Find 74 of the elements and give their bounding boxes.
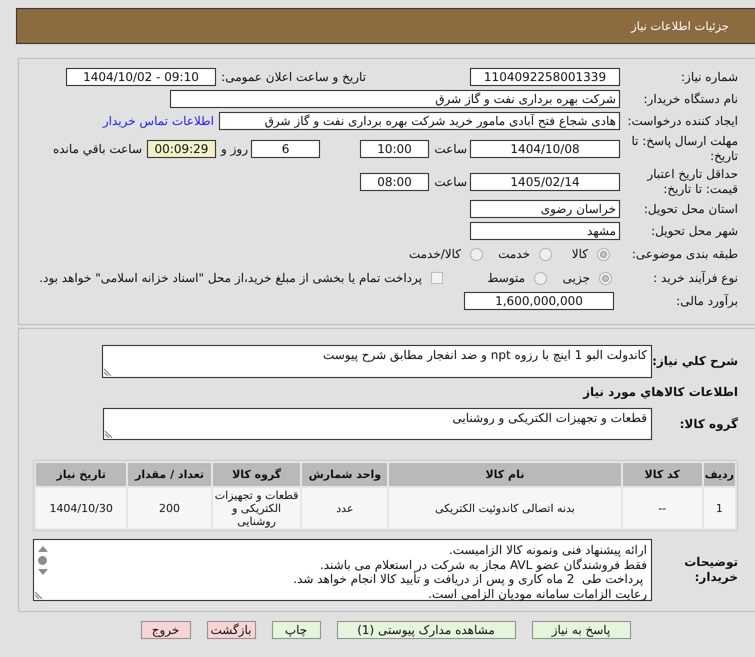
column-header: تعداد / مقدار (128, 463, 211, 486)
field-label: شماره نیاز: (681, 70, 738, 84)
goods-group-field[interactable]: قطعات و تجهیزات الکتریکی و روشنایی (103, 408, 652, 440)
column-header: تاریخ نیاز (36, 463, 126, 486)
time-field[interactable]: 10:00 (360, 140, 429, 158)
days-field[interactable]: 6 (251, 140, 320, 158)
city-field[interactable]: مشهد (470, 222, 620, 240)
time-field[interactable]: 08:00 (360, 173, 429, 191)
column-header: نام کالا (389, 463, 621, 486)
table-cell: قطعات و تجهیزات الکتریکی و روشنایی (212, 488, 300, 528)
description-field[interactable]: کاندولت البو 1 اینچ با رزوه npt و ضد انفجار مطابق شرح پیوست (102, 345, 652, 378)
table-cell: 200 (128, 488, 211, 528)
radio-label: خدمت (498, 247, 530, 261)
buyer-contact-link[interactable]: اطلاعات تماس خریدار (102, 114, 214, 128)
field-label: حداقل تاریخ اعتبار قیمت: تا تاریخ: (647, 167, 738, 196)
table-cell: عدد (302, 488, 388, 528)
field-label: شهر محل تحویل: (651, 224, 738, 238)
field-label: نام دستگاه خریدار: (644, 92, 738, 106)
radio-label: کالا (572, 247, 588, 261)
requester-field[interactable]: هادی شجاع فتح آبادی مامور خرید شرکت بهره برداری نفت و گاز شرق (219, 112, 620, 130)
date-field[interactable]: 1405/02/14 (470, 173, 620, 191)
radio-label: متوسط (487, 271, 525, 285)
action-button[interactable]: پاسخ به نیاز (532, 621, 630, 639)
action-button[interactable]: خروج (140, 621, 190, 639)
radio-button[interactable] (599, 272, 612, 284)
column-header: ردیف (704, 463, 735, 486)
treasury-note: پرداخت تمام یا بخشی از مبلغ خرید،از محل "اسناد خزانه اسلامی" خواهد بود. (39, 271, 422, 285)
table-cell: 1 (704, 488, 735, 528)
radio-button[interactable] (534, 272, 547, 284)
radio-label: جزیی (562, 271, 590, 285)
column-header: کد کالا (622, 463, 702, 486)
radio-button[interactable] (539, 248, 552, 260)
field-label: نوع فرآیند خرید : (653, 270, 738, 284)
province-field[interactable]: خراسان رضوی (470, 200, 620, 218)
action-button[interactable]: چاپ (272, 621, 320, 639)
need-number-field[interactable]: 1104092258001339 (470, 68, 620, 86)
radio-button[interactable] (597, 248, 610, 260)
field-label: ایجاد کننده درخواست: (627, 114, 738, 128)
field-label: توضیحات خریدار: (684, 555, 738, 584)
field-label: برآورد مالی: (676, 294, 738, 308)
checkbox[interactable] (431, 272, 443, 284)
remaining-time-field[interactable]: 00:09:29 (147, 140, 216, 158)
field-label: تاریخ و ساعت اعلان عمومی: (221, 70, 366, 84)
estimate-field[interactable]: 1,600,000,000 (464, 292, 614, 310)
scroll-up-icon[interactable] (38, 546, 48, 552)
action-button[interactable]: بازگشت (206, 621, 256, 639)
days-label: روز و (221, 142, 248, 156)
field-label: استان محل تحویل: (644, 202, 738, 216)
table-cell: -- (622, 488, 702, 528)
field-label: شرح کلي نیاز: (652, 354, 738, 368)
section-heading: اطلاعات کالاهاي مورد نیاز (583, 385, 738, 399)
scroll-down-icon[interactable] (38, 569, 48, 575)
resize-grip-icon[interactable] (105, 430, 113, 438)
buyer-organization-field[interactable]: شرکت بهره برداری نفت و گاز شرق (170, 90, 620, 108)
field-label: طبقه بندی موضوعی: (632, 246, 738, 260)
field-label: گروه کالا: (680, 416, 738, 430)
resize-grip-icon[interactable] (104, 368, 112, 376)
column-header: واحد شمارش (302, 463, 388, 486)
time-label: ساعت (434, 142, 467, 156)
radio-label: کالا/خدمت (408, 247, 461, 261)
scroll-thumb-icon[interactable] (38, 556, 47, 565)
date-field[interactable]: 1404/10/08 (470, 140, 620, 158)
page-title: جزئیات اطلاعات نیاز (631, 19, 729, 33)
announcement-date-field[interactable]: 1404/10/02 - 09:10 (66, 68, 216, 86)
resize-grip-icon[interactable] (35, 591, 43, 599)
action-button[interactable]: مشاهده مدارک پیوستی (1) (336, 621, 516, 639)
buyer-notes-field[interactable]: ارائه پیشنهاد فنی ونمونه کالا الزامیست. فقط فروشندگان عضو AVL مجاز به شرکت در استعلام می باشند. پرداخت طی 2 ماه کاری و پس از دریافت و تأیید کالا انجام خواهد شد. رعایت الزامات سامانه مودیان الزامی است. (33, 539, 652, 601)
table-cell: بدنه اتصالی کاندوئیت الکتریکی (389, 488, 621, 528)
radio-button[interactable] (470, 248, 483, 260)
remaining-label: ساعت باقي مانده (52, 142, 142, 156)
table-cell: 1404/10/30 (36, 488, 126, 528)
time-label: ساعت (434, 175, 467, 189)
column-header: گروه کالا (212, 463, 300, 486)
field-label: مهلت ارسال پاسخ: تا تاریخ: (631, 134, 738, 163)
